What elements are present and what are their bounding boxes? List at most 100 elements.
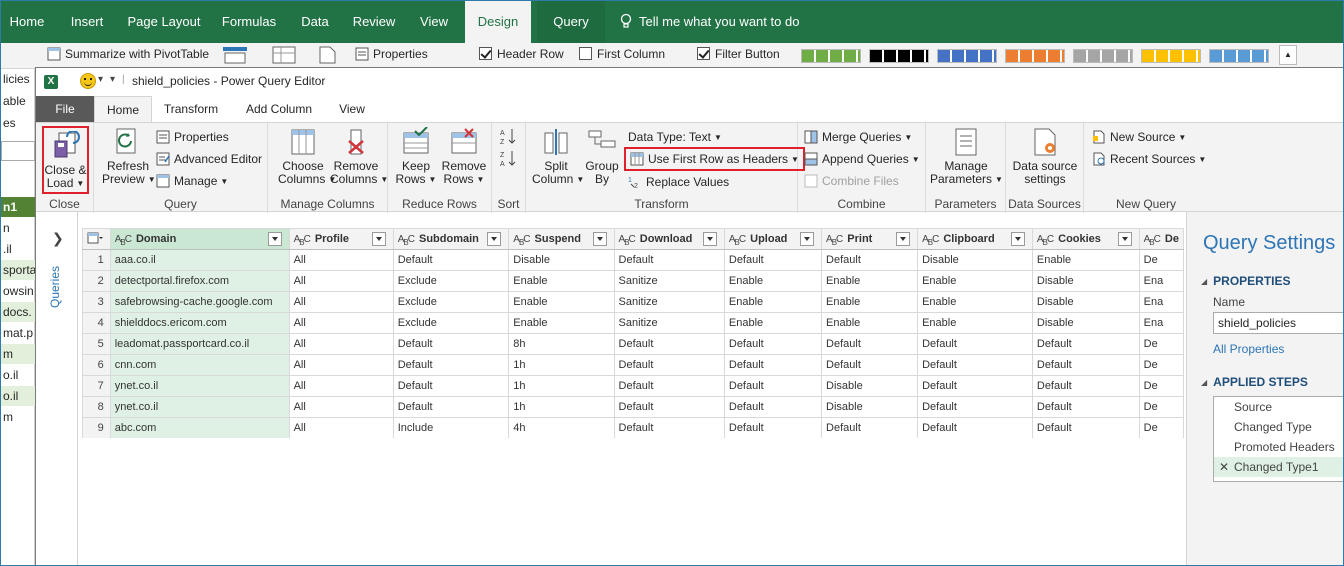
table-cell[interactable]: All — [288, 270, 394, 292]
text-type-icon[interactable]: ABC — [826, 234, 843, 247]
table-cell[interactable]: Enable — [821, 312, 919, 334]
remove-columns-button[interactable]: Remove Columns ▼ — [330, 127, 388, 186]
combine-files-button[interactable]: Combine Files — [804, 171, 899, 191]
table-cell[interactable]: Enable — [821, 291, 919, 313]
table-cell[interactable]: Enable — [508, 270, 615, 292]
table-cell[interactable]: Disable — [1031, 291, 1140, 313]
table-cell[interactable]: Enable — [723, 291, 823, 313]
delete-step-icon[interactable]: ✕ — [1219, 457, 1229, 477]
tab-review[interactable]: Review — [347, 1, 401, 43]
table-cell[interactable]: Default — [392, 375, 510, 397]
manage-button[interactable]: Manage ▼ — [156, 171, 228, 191]
query-name-input[interactable]: shield_policies — [1213, 312, 1343, 334]
table-cell[interactable]: Disable — [1031, 312, 1140, 334]
table-cell[interactable]: Disable — [508, 249, 615, 271]
name-box[interactable] — [1, 141, 35, 161]
table-cell[interactable]: All — [288, 333, 394, 355]
properties-section[interactable]: ◢ PROPERTIES — [1201, 274, 1291, 288]
sort-ascending-button[interactable]: AZ — [500, 127, 518, 147]
text-type-icon[interactable]: ABC — [398, 234, 415, 247]
table-style-black[interactable] — [869, 49, 929, 63]
refresh-doc-icon[interactable] — [317, 45, 339, 65]
row-number[interactable]: 1 — [82, 249, 111, 271]
table-cell[interactable]: 1h — [508, 375, 615, 397]
table-cell[interactable]: 8h — [508, 333, 615, 355]
use-first-row-headers-button[interactable]: Use First Row as Headers ▼ — [624, 147, 805, 171]
summarize-pivot-button[interactable]: Summarize with PivotTable — [47, 45, 209, 63]
table-cell[interactable]: Default — [392, 249, 510, 271]
table-cell[interactable]: Default — [613, 375, 725, 397]
table-cell[interactable]: Sanitize — [613, 291, 725, 313]
first-column-checkbox[interactable]: First Column — [579, 45, 665, 63]
table-cell[interactable]: De — [1138, 375, 1184, 397]
table-cell[interactable]: Default — [613, 354, 725, 376]
table-cell[interactable]: Include — [392, 417, 510, 438]
table-cell[interactable]: Default — [723, 396, 823, 418]
table-cell[interactable]: Default — [613, 333, 725, 355]
table-cell[interactable]: Sanitize — [613, 312, 725, 334]
merge-queries-button[interactable]: Merge Queries ▼ — [804, 127, 912, 147]
column-filter-dropdown-icon[interactable] — [487, 232, 502, 246]
styles-scroll-up[interactable]: ▲ — [1279, 45, 1297, 65]
table-cell[interactable]: Default — [821, 333, 919, 355]
table-cell[interactable]: Ena — [1138, 312, 1184, 334]
feedback-smiley-icon[interactable] — [80, 73, 96, 89]
quick-access-dropdown-icon[interactable]: ▾ — [110, 74, 115, 85]
table-cell[interactable]: Enable — [508, 312, 615, 334]
table-cell[interactable]: cnn.com — [109, 354, 290, 376]
table-style-lightblue[interactable] — [1209, 49, 1269, 63]
table-cell[interactable]: De — [1138, 396, 1184, 418]
table-cell[interactable]: Default — [1031, 396, 1140, 418]
column-filter-dropdown-icon[interactable] — [800, 232, 815, 246]
table-cell[interactable]: Default — [392, 396, 510, 418]
table-cell[interactable]: De — [1138, 249, 1184, 271]
table-cell[interactable]: Default — [392, 333, 510, 355]
close-load-button[interactable]: Close & Load ▼ — [42, 126, 89, 194]
column-header[interactable]: ABC Suspend — [508, 228, 615, 250]
tab-pq-home[interactable]: Home — [94, 96, 152, 123]
table-cell[interactable]: ynet.co.il — [109, 396, 290, 418]
tab-file[interactable]: File — [36, 96, 94, 122]
table-cell[interactable]: Exclude — [392, 312, 510, 334]
table-style-orange[interactable] — [1005, 49, 1065, 63]
text-type-icon[interactable]: ABC — [922, 234, 939, 247]
table-cell[interactable]: Enable — [1031, 249, 1140, 271]
header-row-checkbox[interactable]: Header Row — [479, 45, 564, 63]
table-cell[interactable]: Default — [613, 249, 725, 271]
table-cell[interactable]: Enable — [917, 291, 1033, 313]
column-header[interactable]: ABC Print — [821, 228, 919, 250]
table-corner-menu[interactable] — [82, 228, 111, 250]
table-cell[interactable]: Ena — [1138, 291, 1184, 313]
query-properties-button[interactable]: Properties — [156, 127, 229, 147]
table-cell[interactable]: Enable — [723, 312, 823, 334]
choose-columns-button[interactable]: Choose Columns ▼ — [278, 127, 336, 186]
tell-me-box[interactable]: Tell me what you want to do — [619, 1, 799, 43]
applied-steps-section[interactable]: ◢ APPLIED STEPS — [1201, 375, 1308, 389]
new-source-button[interactable]: New Source ▼ — [1092, 127, 1186, 147]
table-cell[interactable]: Disable — [917, 249, 1033, 271]
text-type-icon[interactable]: ABC — [729, 234, 746, 247]
text-type-icon[interactable]: ABC — [513, 234, 530, 247]
tab-design[interactable]: Design — [465, 1, 531, 43]
column-header[interactable]: ABC Domain — [109, 228, 290, 250]
table-cell[interactable]: Default — [723, 354, 823, 376]
tab-pq-view[interactable]: View — [334, 96, 370, 122]
column-filter-dropdown-icon[interactable] — [267, 232, 282, 246]
table-style-green[interactable] — [801, 49, 861, 63]
table-cell[interactable]: Enable — [917, 312, 1033, 334]
table-cell[interactable]: Sanitize — [613, 270, 725, 292]
table-cell[interactable]: De — [1138, 417, 1184, 438]
column-filter-dropdown-icon[interactable] — [702, 232, 717, 246]
row-number[interactable]: 4 — [82, 312, 111, 334]
column-header[interactable]: ABC De — [1138, 228, 1184, 250]
table-style-gold[interactable] — [1141, 49, 1201, 63]
row-number[interactable]: 5 — [82, 333, 111, 355]
column-filter-dropdown-icon[interactable] — [592, 232, 607, 246]
table-cell[interactable]: Enable — [821, 270, 919, 292]
data-type-dropdown[interactable]: Data Type: Text ▼ — [628, 127, 722, 147]
table-cell[interactable]: Enable — [723, 270, 823, 292]
table-cell[interactable]: Default — [821, 354, 919, 376]
table-style-gray[interactable] — [1073, 49, 1133, 63]
table-cell[interactable]: Default — [821, 417, 919, 438]
row-number[interactable]: 3 — [82, 291, 111, 313]
